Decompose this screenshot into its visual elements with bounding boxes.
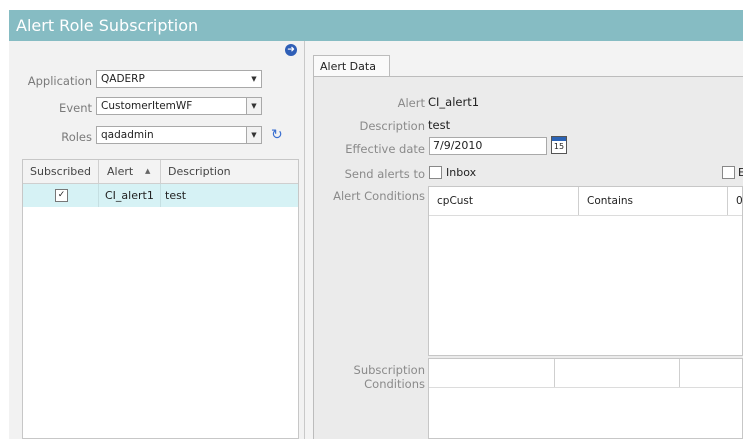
grid-header: Subscribed Alert ▲ Description	[23, 160, 298, 184]
subscription-conditions-label-line1: Subscription	[353, 363, 425, 377]
alert-value: CI_alert1	[428, 95, 480, 109]
alert-label: Alert	[397, 96, 425, 110]
description-value: test	[428, 118, 451, 132]
second-channel-label: E	[738, 166, 743, 179]
effective-date-input[interactable]: 7/9/2010	[429, 137, 547, 155]
window-title: Alert Role Subscription	[16, 16, 199, 35]
calendar-day: 15	[553, 142, 565, 151]
column-alert[interactable]: Alert	[107, 160, 133, 183]
second-channel-checkbox[interactable]	[722, 166, 735, 179]
chevron-down-icon[interactable]: ▼	[246, 127, 261, 143]
sort-ascending-icon[interactable]: ▲	[145, 160, 150, 183]
event-select[interactable]: CustomerItemWF ▼	[96, 97, 262, 115]
effective-date-label: Effective date	[345, 142, 425, 156]
description-label: Description	[359, 119, 426, 133]
subscription-conditions-label-line2: Conditions	[364, 377, 425, 391]
application-value: QADERP	[101, 73, 145, 85]
roles-value: qadadmin	[101, 129, 154, 141]
inbox-label: Inbox	[446, 166, 477, 179]
row-description: test	[165, 189, 187, 202]
roles-label: Roles	[61, 130, 92, 144]
alert-conditions-label: Alert Conditions	[333, 189, 425, 203]
inbox-checkbox[interactable]	[429, 166, 442, 179]
calendar-icon[interactable]: 15	[551, 136, 567, 154]
application-label: Application	[27, 74, 92, 88]
condition-field: cpCust	[437, 195, 474, 207]
condition-operator: Contains	[587, 195, 634, 207]
refresh-icon[interactable]: ↻	[271, 127, 283, 143]
event-label: Event	[59, 101, 92, 115]
application-select[interactable]: QADERP ▼	[96, 70, 262, 88]
row-alert: CI_alert1	[105, 189, 154, 202]
column-description[interactable]: Description	[168, 160, 231, 183]
subscription-conditions-grid	[428, 358, 743, 439]
send-alerts-label: Send alerts to	[344, 167, 425, 181]
event-value: CustomerItemWF	[101, 100, 193, 112]
navigate-arrow-icon[interactable]: ➜	[285, 44, 297, 56]
window-title-bar: Alert Role Subscription	[9, 10, 743, 41]
alert-conditions-grid: cpCust Contains 0	[428, 186, 743, 356]
tab-alert-data[interactable]: Alert Data	[313, 55, 390, 77]
condition-value: 0	[736, 195, 743, 207]
subscription-conditions-label: Subscription Conditions	[320, 363, 425, 391]
chevron-down-icon[interactable]: ▼	[247, 71, 261, 87]
chevron-down-icon[interactable]: ▼	[246, 98, 261, 114]
alerts-grid: Subscribed Alert ▲ Description ✓ CI_aler…	[22, 159, 299, 439]
table-row[interactable]: ✓ CI_alert1 test	[23, 184, 298, 207]
column-subscribed[interactable]: Subscribed	[30, 160, 91, 183]
subscribed-checkbox[interactable]: ✓	[55, 189, 68, 202]
roles-select[interactable]: qadadmin ▼	[96, 126, 262, 144]
